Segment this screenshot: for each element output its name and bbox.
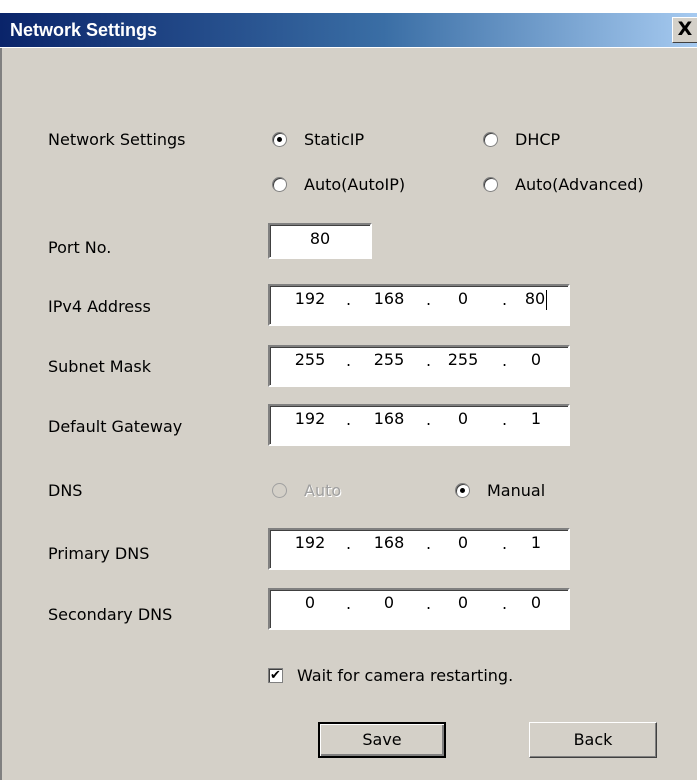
radio-dot [460,488,465,493]
radio-label: DHCP [515,130,561,149]
primary-dns-input[interactable]: 192 . 168 . 0 . 1 [268,528,570,570]
ip-separator: . [346,410,352,429]
text-caret [546,289,548,310]
ip-separator: . [426,534,432,553]
gateway-octet-2: 168 [373,409,405,428]
ip-separator: . [426,410,432,429]
radio-auto-advanced[interactable]: Auto(Advanced) [483,175,644,194]
radio-label: Manual [487,481,546,500]
ip-separator: . [426,351,432,370]
dns-label: DNS [48,481,83,500]
radio-circle [272,177,287,192]
save-button[interactable]: Save [318,722,446,758]
subnet-octet-1: 255 [294,350,326,369]
subnet-octet-2: 255 [373,350,405,369]
radio-dns-auto[interactable]: Auto [272,481,341,500]
window-title: Network Settings [10,20,158,40]
close-button[interactable]: X [672,17,697,43]
subnet-label: Subnet Mask [48,357,152,376]
ipv4-label: IPv4 Address [48,297,151,316]
secondary-dns-octet-2: 0 [383,593,395,612]
subnet-octet-4: 0 [530,350,542,369]
ip-separator: . [502,534,508,553]
radio-circle [483,177,498,192]
primary-dns-octet-3: 0 [457,533,469,552]
window-border [0,48,2,780]
secondary-dns-octet-4: 0 [530,593,542,612]
radio-auto-autoip[interactable]: Auto(AutoIP) [272,175,405,194]
primary-dns-octet-1: 192 [294,533,326,552]
secondary-dns-input[interactable]: 0 . 0 . 0 . 0 [268,588,570,630]
secondary-dns-octet-1: 0 [304,593,316,612]
primary-dns-octet-4: 1 [530,533,542,552]
radio-dhcp[interactable]: DHCP [483,130,560,149]
network-settings-dialog: Network Settings X Network Settings Stat… [0,0,697,780]
subnet-input[interactable]: 255 . 255 . 255 . 0 [268,345,570,387]
ip-separator: . [426,594,432,613]
subnet-octet-3: 255 [447,350,479,369]
ipv4-octet-2: 168 [373,289,405,308]
radio-dns-manual[interactable]: Manual [455,481,545,500]
primary-dns-octet-2: 168 [373,533,405,552]
radio-circle [483,132,498,147]
radio-circle [272,132,287,147]
ip-separator: . [346,534,352,553]
ipv4-octet-1: 192 [294,289,326,308]
gateway-label: Default Gateway [48,417,183,436]
radio-dot [277,137,282,142]
wait-restart-checkbox[interactable]: ✔ Wait for camera restarting. [268,666,513,685]
primary-dns-label: Primary DNS [48,544,150,563]
radio-staticip[interactable]: StaticIP [272,130,364,149]
ip-separator: . [502,290,508,309]
ip-separator: . [502,594,508,613]
title-bar: Network Settings X [0,0,697,48]
radio-label: Auto(AutoIP) [304,175,406,194]
ip-separator: . [502,410,508,429]
radio-circle [272,483,287,498]
radio-label: Auto [304,481,342,500]
checkbox-box: ✔ [268,668,283,683]
radio-circle [455,483,470,498]
gateway-octet-4: 1 [530,409,542,428]
gateway-octet-3: 0 [457,409,469,428]
ip-separator: . [426,290,432,309]
radio-label: StaticIP [304,130,365,149]
port-label: Port No. [48,238,112,257]
port-input[interactable]: 80 [268,223,372,259]
checkmark-icon: ✔ [270,668,281,683]
network-settings-label: Network Settings [48,130,186,149]
ipv4-octet-4: 80 [508,289,564,310]
ip-separator: . [346,594,352,613]
ip-separator: . [346,351,352,370]
secondary-dns-label: Secondary DNS [48,605,173,624]
ip-separator: . [502,351,508,370]
ip-separator: . [346,290,352,309]
ipv4-octet-4-text: 80 [524,289,546,308]
gateway-input[interactable]: 192 . 168 . 0 . 1 [268,404,570,446]
secondary-dns-octet-3: 0 [457,593,469,612]
ipv4-input[interactable]: 192 . 168 . 0 . 80 [268,284,570,326]
wait-restart-label: Wait for camera restarting. [297,666,514,685]
ipv4-octet-3: 0 [457,289,469,308]
radio-label: Auto(Advanced) [515,175,644,194]
back-button[interactable]: Back [529,722,657,758]
gateway-octet-1: 192 [294,409,326,428]
